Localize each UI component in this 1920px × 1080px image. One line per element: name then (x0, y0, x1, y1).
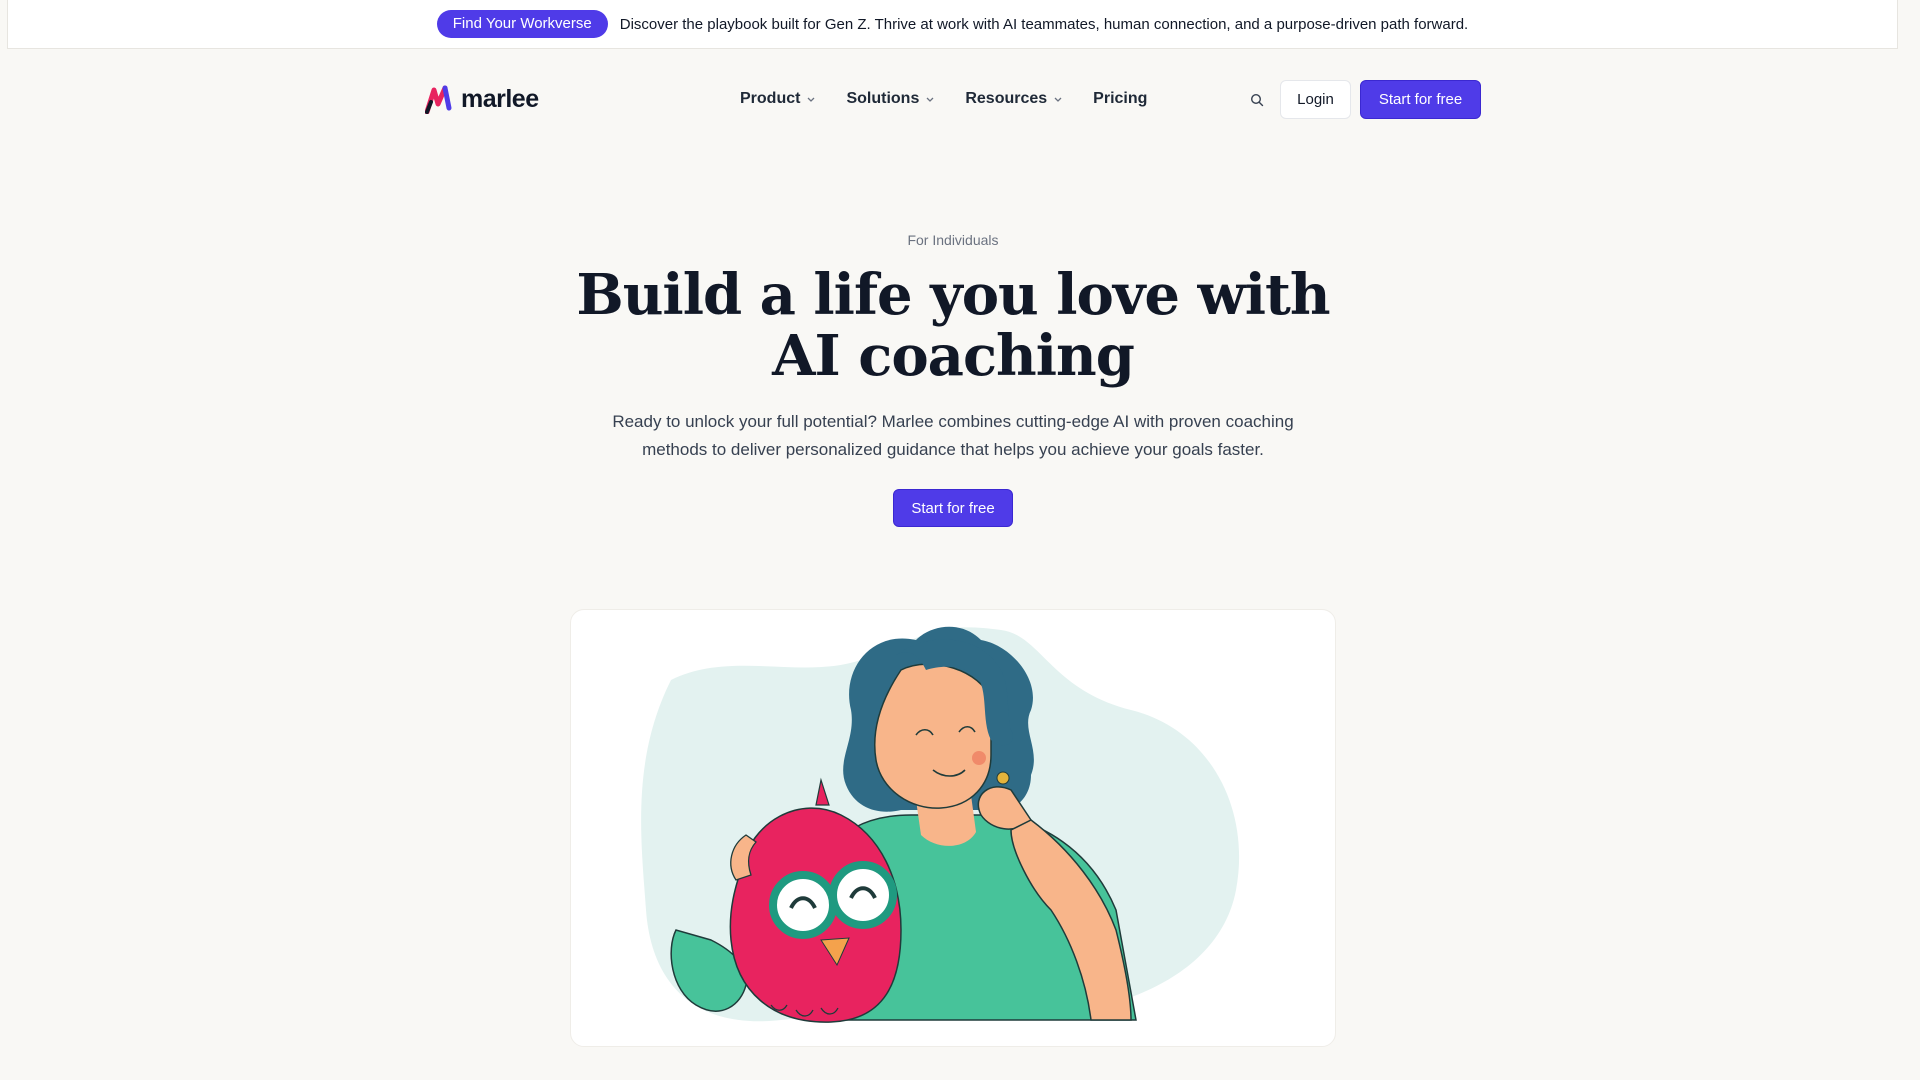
owl-eye-left (769, 871, 837, 939)
start-for-free-hero-button[interactable]: Start for free (893, 489, 1013, 527)
announcement-bar: Find Your Workverse Discover the playboo… (7, 0, 1898, 49)
hero-subtitle: Ready to unlock your full potential? Mar… (612, 412, 1294, 459)
nav-product[interactable]: Product (740, 90, 816, 108)
main-nav: Product Solutions Resources Pricing (740, 90, 1177, 108)
cheek (972, 751, 986, 765)
chevron-down-icon (926, 97, 934, 102)
search-button[interactable] (1246, 89, 1268, 111)
start-for-free-header-button[interactable]: Start for free (1360, 80, 1481, 119)
find-your-workverse-button[interactable]: Find Your Workverse (436, 10, 608, 38)
hero-illustration-card (570, 609, 1336, 1047)
nav-product-label: Product (740, 90, 801, 107)
logo[interactable]: marlee (425, 84, 539, 114)
search-icon (1250, 93, 1264, 107)
earring (996, 771, 1010, 785)
woman-with-owl-illustration (641, 626, 1240, 1023)
hero-title: Build a life you love with AI coaching (576, 262, 1330, 389)
owl-eye-right (829, 861, 897, 929)
announcement-text: Discover the playbook built for Gen Z. T… (619, 15, 1469, 33)
nav-resources-label: Resources (965, 90, 1048, 107)
marlee-logo-icon (425, 85, 452, 114)
site-header: marlee Product Solutions Resources Prici… (425, 80, 1481, 120)
login-button[interactable]: Login (1280, 80, 1351, 119)
chevron-down-icon (807, 97, 815, 102)
hero-eyebrow: For Individuals (907, 232, 999, 248)
nav-pricing-label: Pricing (1093, 90, 1148, 107)
nav-solutions[interactable]: Solutions (846, 90, 935, 108)
nav-resources[interactable]: Resources (965, 90, 1063, 108)
face (874, 663, 992, 809)
nav-pricing[interactable]: Pricing (1093, 90, 1147, 108)
logo-text: marlee (461, 84, 539, 113)
nav-solutions-label: Solutions (846, 90, 920, 107)
chevron-down-icon (1054, 97, 1062, 102)
